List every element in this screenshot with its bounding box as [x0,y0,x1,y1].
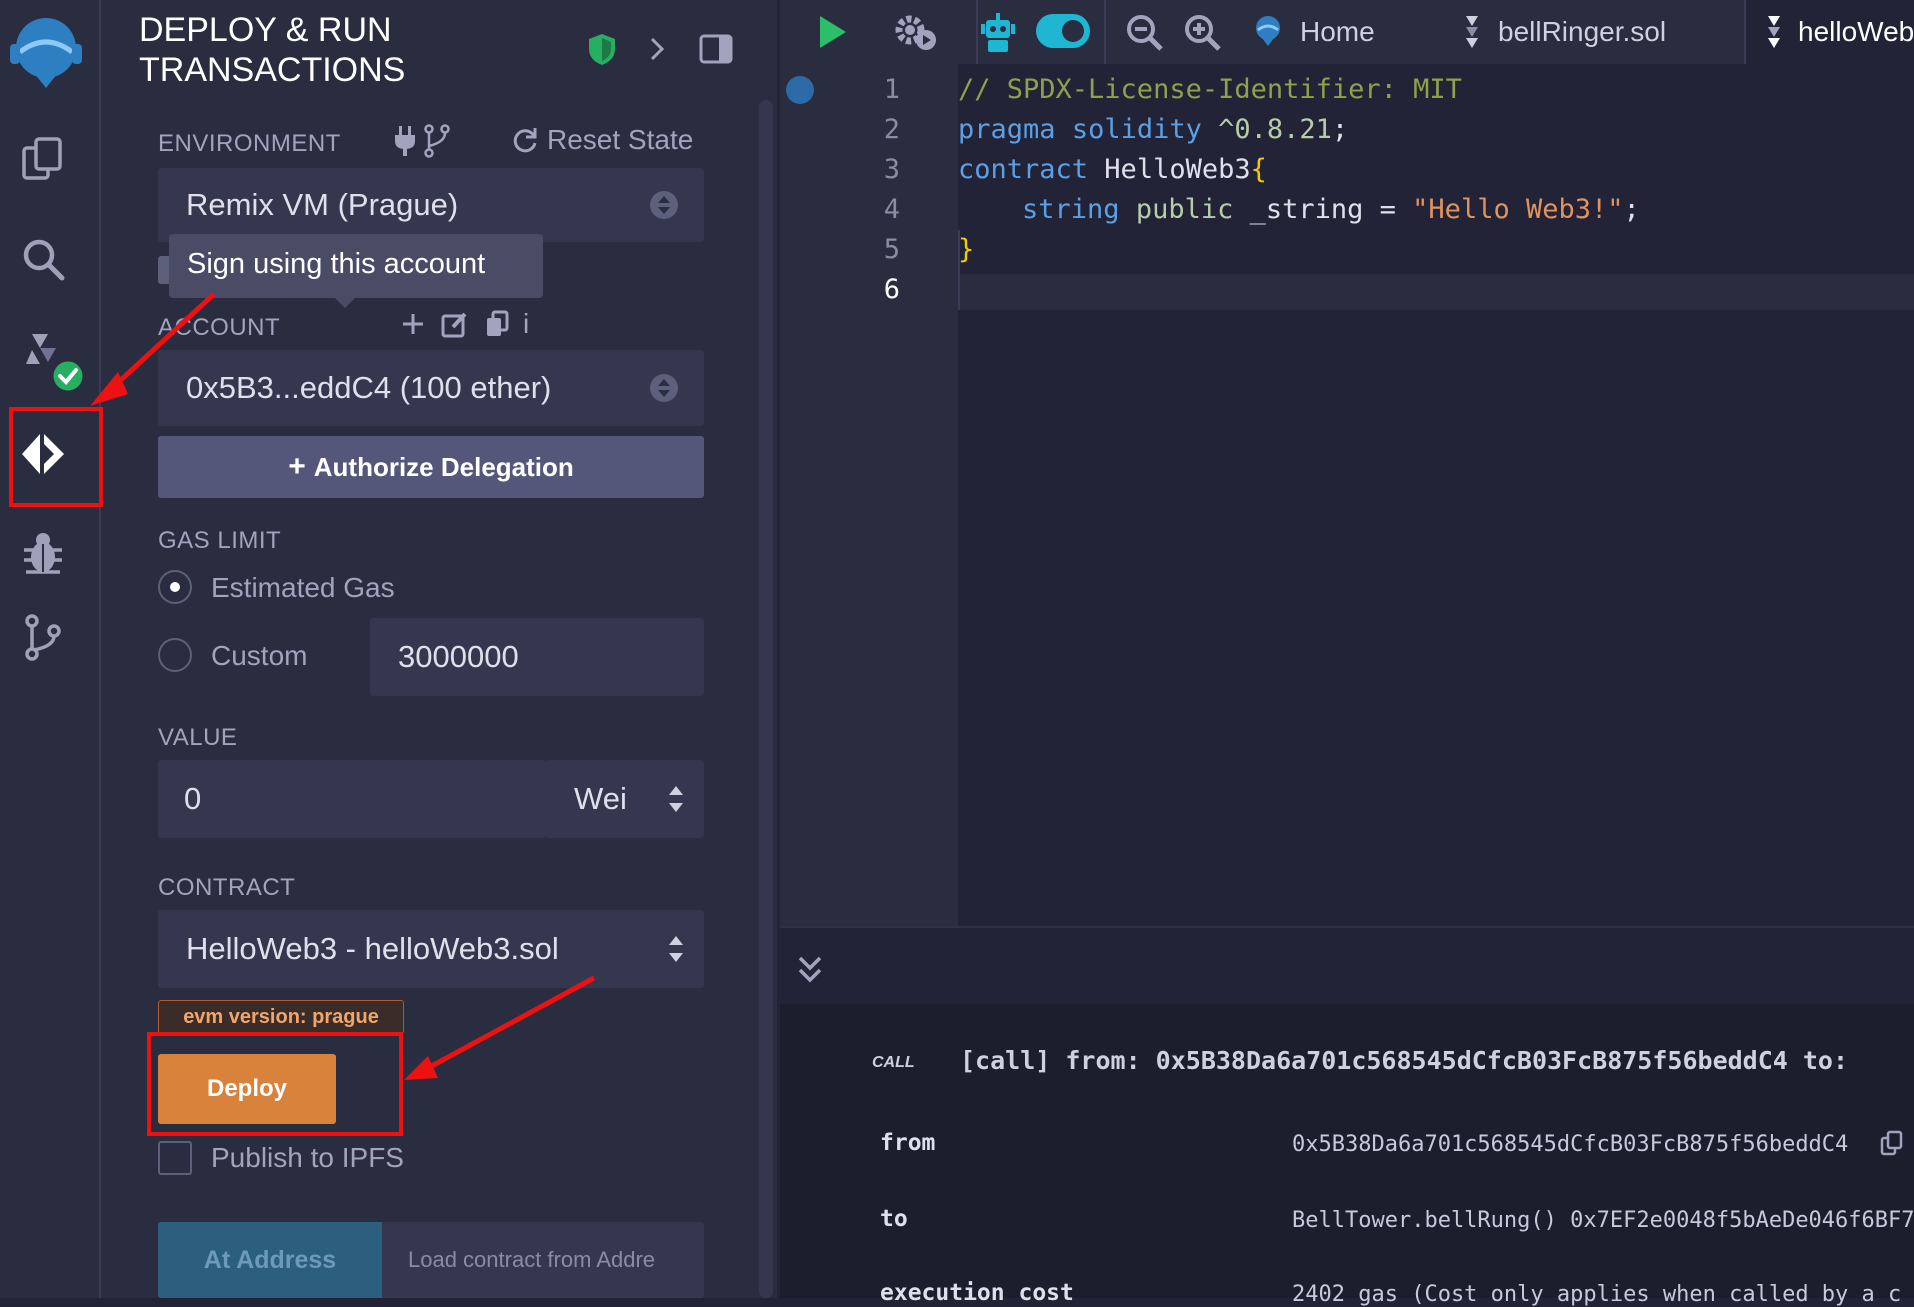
arrow-to-plugin [108,292,216,392]
arrow-head [404,1056,438,1080]
annotation-arrows [90,292,596,1080]
arrow-to-deploy [426,975,596,1071]
